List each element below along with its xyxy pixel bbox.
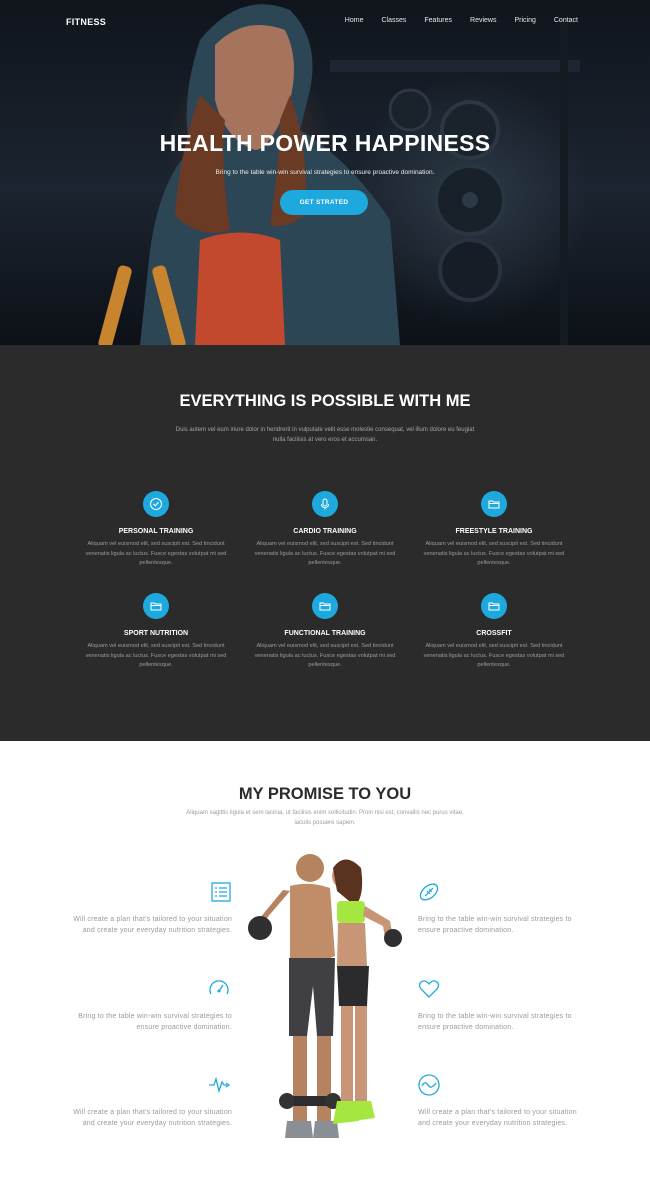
nav-link-contact[interactable]: Contact (554, 17, 578, 24)
feature-text: Will create a plan that's tailored to yo… (418, 1109, 577, 1127)
nav-link-pricing[interactable]: Pricing (514, 17, 535, 24)
services-section: EVERYTHING IS POSSIBLE WITH ME Duis aute… (0, 345, 650, 741)
service-title: FREESTYLE TRAINING (455, 528, 533, 535)
folder-icon (481, 593, 507, 619)
nav-menu: Home Classes Features Reviews Pricing Co… (345, 17, 578, 24)
fitness-couple-image (248, 854, 402, 1138)
service-text: Aliquam vel euismod elit, sed suscipit e… (423, 541, 565, 566)
site-logo[interactable]: FITNESS (66, 17, 106, 27)
feature-text: Will create a plan that's tailored to yo… (73, 916, 232, 934)
top-navigation: FITNESS Home Classes Features Reviews Pr… (0, 0, 650, 44)
list-icon (211, 882, 231, 902)
check-icon (143, 491, 169, 517)
services-title: EVERYTHING IS POSSIBLE WITH ME (179, 392, 471, 410)
hero-title: HEALTH POWER HAPPINESS (159, 130, 491, 156)
nav-link-reviews[interactable]: Reviews (470, 17, 496, 24)
service-card: FUNCTIONAL TRAINING Aliquam vel euismod … (245, 593, 405, 671)
hero-subtitle: Bring to the table win-win survival stra… (215, 169, 435, 176)
service-card: FREESTYLE TRAINING Aliquam vel euismod e… (414, 491, 574, 569)
microphone-icon (312, 491, 338, 517)
pulse-icon (418, 1074, 440, 1096)
service-card: CROSSFIT Aliquam vel euismod elit, sed s… (414, 593, 574, 671)
feature-text: Bring to the table win-win survival stra… (418, 1013, 572, 1031)
folder-icon (143, 593, 169, 619)
service-card: SPORT NUTRITION Aliquam vel euismod elit… (76, 593, 236, 671)
heart-icon (418, 980, 440, 998)
nav-link-classes[interactable]: Classes (381, 17, 406, 24)
folder-icon (481, 491, 507, 517)
service-title: PERSONAL TRAINING (118, 528, 194, 535)
service-title: CROSSFIT (476, 630, 512, 637)
service-text: Aliquam vel euismod elit, sed suscipit e… (254, 643, 396, 668)
service-title: SPORT NUTRITION (123, 630, 189, 637)
service-text: Aliquam vel euismod elit, sed suscipit e… (254, 541, 396, 566)
folder-icon (312, 593, 338, 619)
nav-link-home[interactable]: Home (345, 17, 364, 24)
hero-section: FITNESS Home Classes Features Reviews Pr… (0, 0, 650, 345)
heartbeat-icon (209, 1076, 231, 1094)
football-icon (419, 883, 439, 901)
nav-link-features[interactable]: Features (424, 17, 452, 24)
feature-text: Bring to the table win-win survival stra… (78, 1013, 232, 1031)
promise-description: Aliquam sagittis ligula et sem lacinia, … (186, 810, 464, 826)
promise-section: MY PROMISE TO YOU Aliquam sagittis ligul… (0, 741, 650, 1184)
service-title: FUNCTIONAL TRAINING (284, 630, 366, 637)
services-description: Duis autem vel eum iriure dolor in hendr… (175, 427, 475, 443)
service-card: PERSONAL TRAINING Aliquam vel euismod el… (76, 491, 236, 569)
service-text: Aliquam vel euismod elit, sed suscipit e… (423, 643, 565, 668)
speedometer-icon (209, 980, 229, 995)
feature-text: Bring to the table win-win survival stra… (418, 916, 572, 934)
service-text: Aliquam vel euismod elit, sed suscipit e… (85, 541, 227, 566)
feature-text: Will create a plan that's tailored to yo… (73, 1109, 232, 1127)
service-title: CARDIO TRAINING (293, 528, 357, 535)
promise-title: MY PROMISE TO YOU (238, 785, 412, 803)
get-started-button[interactable]: GET STRATED (280, 190, 368, 215)
service-card: CARDIO TRAINING Aliquam vel euismod elit… (245, 491, 405, 569)
service-text: Aliquam vel euismod elit, sed suscipit e… (85, 643, 227, 668)
